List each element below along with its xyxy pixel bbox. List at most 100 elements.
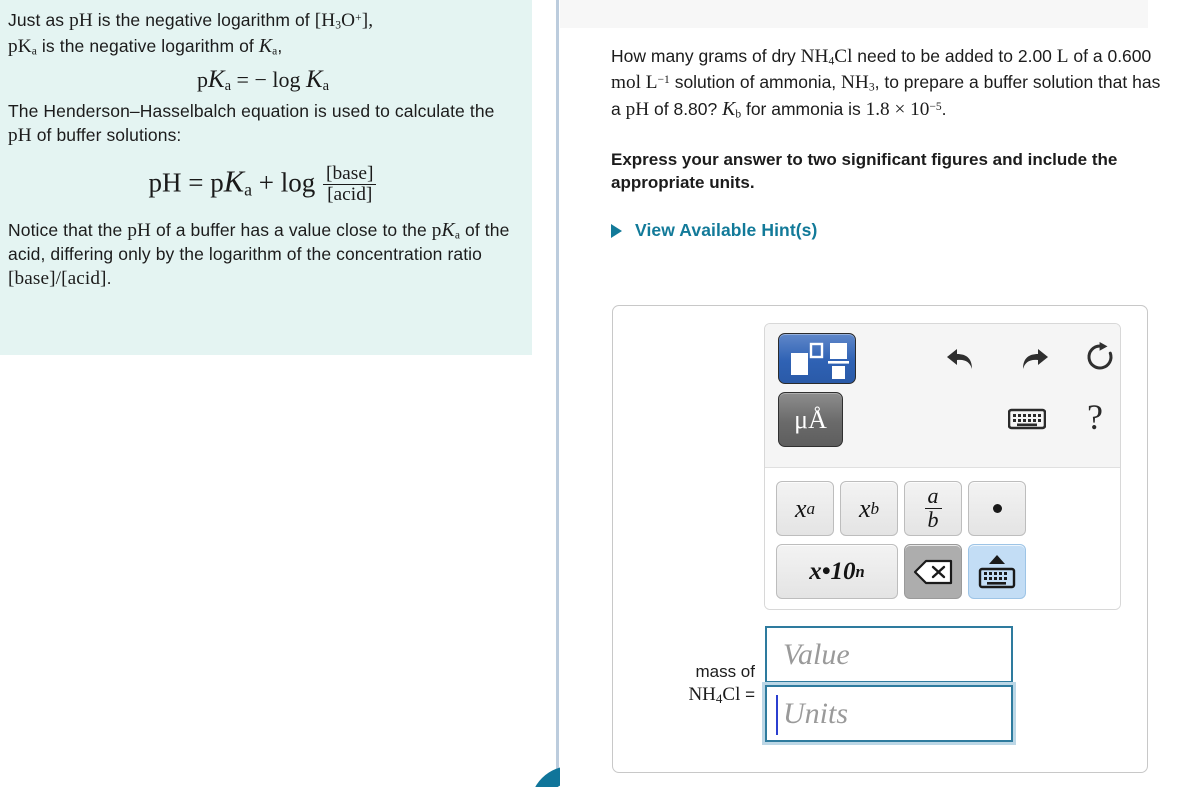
help-icon[interactable]: ? bbox=[1078, 397, 1112, 437]
eq1-p: p bbox=[196, 67, 208, 93]
answer-fields: Value Units bbox=[765, 626, 1013, 742]
eq1-K: K bbox=[207, 66, 225, 94]
eq2-equals: = bbox=[181, 167, 211, 198]
q-text-7: for ammonia is bbox=[741, 99, 866, 120]
keyboard-icon[interactable] bbox=[1008, 405, 1046, 433]
q-text-2: need to be added to 2.00 bbox=[852, 46, 1057, 66]
eq2-sub: a bbox=[244, 179, 252, 200]
kb-value-exp: −5 bbox=[929, 100, 942, 113]
units-placeholder: Units bbox=[783, 696, 849, 730]
eq2-p: p bbox=[210, 167, 224, 198]
reference-panel: Just as pH is the negative logarithm of … bbox=[0, 0, 532, 355]
unit-liter: L bbox=[1056, 46, 1069, 67]
fraction-key-glyph: a b bbox=[924, 483, 942, 532]
ref-text-1: Just as bbox=[8, 10, 70, 30]
eq2-K: K bbox=[223, 164, 245, 199]
multiply-dot-key[interactable] bbox=[968, 481, 1026, 536]
fraction-key[interactable]: a b bbox=[904, 481, 962, 536]
value-placeholder: Value bbox=[783, 637, 850, 671]
ph-symbol: pH bbox=[69, 10, 93, 31]
ph-symbol-q: pH bbox=[625, 99, 650, 121]
unit-mol-per-liter: mol L bbox=[611, 72, 658, 94]
keyboard-up-icon bbox=[978, 554, 1016, 588]
panel-divider[interactable] bbox=[556, 0, 559, 770]
math-toolbar-keys: xa xb a b x•10 n bbox=[765, 468, 1120, 609]
ref-text-6: Notice that the bbox=[8, 219, 128, 240]
eq1-sub2: a bbox=[322, 78, 330, 95]
question-panel: How many grams of dry NH4Cl need to be a… bbox=[560, 28, 1200, 787]
superscript-key-label: x bbox=[794, 493, 807, 523]
units-input[interactable]: Units bbox=[765, 685, 1013, 742]
answer-label-line1: mass of bbox=[695, 661, 755, 681]
ref-comma: , bbox=[277, 35, 283, 56]
kb-symbol: K bbox=[722, 98, 736, 121]
value-input[interactable]: Value bbox=[765, 626, 1013, 683]
top-toolbar-strip bbox=[560, 0, 1148, 28]
answer-label-nh4: NH bbox=[688, 683, 716, 705]
undo-icon[interactable] bbox=[943, 342, 977, 376]
reset-icon[interactable] bbox=[1083, 340, 1117, 374]
ph-symbol-3: pH bbox=[127, 219, 152, 241]
ph-symbol-2: pH bbox=[8, 125, 32, 147]
unit-symbols-button[interactable]: μÅ bbox=[778, 392, 843, 447]
pka-K-3: K bbox=[441, 218, 455, 241]
math-toolbar-top-row: μÅ ? bbox=[765, 324, 1120, 468]
ref-period: . bbox=[106, 268, 112, 289]
fraction-key-denominator: b bbox=[924, 508, 942, 532]
henderson-hasselbalch-intro: The Henderson–Hasselbalch equation is us… bbox=[8, 100, 518, 148]
ref-text-2: is the negative logarithm of bbox=[92, 10, 315, 30]
text-cursor bbox=[776, 695, 778, 735]
q-text-8: . bbox=[941, 99, 947, 120]
eq1-K2: K bbox=[305, 66, 323, 94]
ref-text-7: of a buffer has a value close to the bbox=[151, 219, 432, 240]
q-text-1: How many grams of dry bbox=[611, 46, 801, 66]
backspace-key[interactable] bbox=[904, 544, 962, 599]
triangle-right-icon bbox=[611, 223, 622, 238]
ref-text-5: of buffer solutions: bbox=[36, 125, 182, 146]
hydronium-charge: + bbox=[355, 11, 362, 24]
kb-value: 1.8 × 10 bbox=[865, 99, 930, 121]
pka-p-3: p bbox=[431, 219, 442, 241]
subscript-key[interactable]: xb bbox=[840, 481, 898, 536]
answer-container: μÅ ? x a x b a b x•10 n mass of NH4Cl = … bbox=[612, 305, 1148, 773]
answer-instruction: Express your answer to two significant f… bbox=[611, 150, 1118, 192]
reference-intro-text: Just as pH is the negative logarithm of … bbox=[8, 8, 518, 59]
subscript-key-label: x bbox=[858, 493, 871, 523]
ka-symbol: K bbox=[258, 34, 273, 57]
page-root: Just as pH is the negative logarithm of … bbox=[0, 0, 1200, 787]
question-body: How many grams of dry NH4Cl need to be a… bbox=[560, 28, 1200, 241]
dot-icon bbox=[992, 504, 1002, 513]
view-hints-label: View Available Hint(s) bbox=[635, 220, 818, 241]
math-toolbar: μÅ ? x a x b a b x•10 n bbox=[764, 323, 1121, 610]
scientific-notation-key[interactable]: x•10 n bbox=[776, 544, 898, 599]
hydronium-bracket-open: [H bbox=[314, 10, 336, 31]
concentration-ratio: [base]/[acid] bbox=[8, 268, 107, 290]
backspace-icon bbox=[913, 559, 953, 584]
answer-label: mass of NH4Cl = bbox=[613, 661, 765, 707]
superscript-key[interactable]: xa bbox=[776, 481, 834, 536]
equation-henderson-hasselbalch: pH = pKa + log [base] [acid] bbox=[8, 163, 518, 205]
redo-icon[interactable] bbox=[1018, 342, 1052, 376]
answer-entry-row: mass of NH4Cl = Value Units bbox=[613, 626, 1149, 742]
math-template-button[interactable] bbox=[778, 333, 856, 384]
subscript-key-sub: b bbox=[870, 498, 880, 518]
nh4cl-formula: NH bbox=[800, 46, 829, 67]
scientific-notation-exp: n bbox=[855, 561, 865, 581]
view-hints-link[interactable]: View Available Hint(s) bbox=[611, 220, 817, 241]
nh4cl-cl: Cl bbox=[834, 46, 853, 67]
hydronium-bracket-close: ], bbox=[361, 10, 374, 31]
eq1-mid: = − log bbox=[231, 67, 306, 93]
q-text-3: of a 0.600 bbox=[1068, 46, 1152, 66]
equation-pka-definition: pKa = − log Ka bbox=[8, 66, 518, 95]
eq2-plus-log: + log bbox=[252, 167, 322, 198]
toggle-keyboard-key[interactable] bbox=[968, 544, 1026, 599]
ref-text-4: The Henderson–Hasselbalch equation is us… bbox=[8, 101, 495, 122]
pka-symbol: pK bbox=[8, 35, 32, 57]
eq2-fraction-denominator: [acid] bbox=[322, 184, 377, 205]
eq2-fraction-numerator: [base] bbox=[325, 163, 374, 185]
math-template-icon bbox=[791, 342, 849, 379]
eq2-fraction: [base] [acid] bbox=[322, 163, 377, 205]
fraction-key-numerator: a bbox=[927, 483, 939, 509]
hydronium-o: O bbox=[341, 10, 356, 31]
answer-label-cl: Cl bbox=[722, 683, 741, 705]
